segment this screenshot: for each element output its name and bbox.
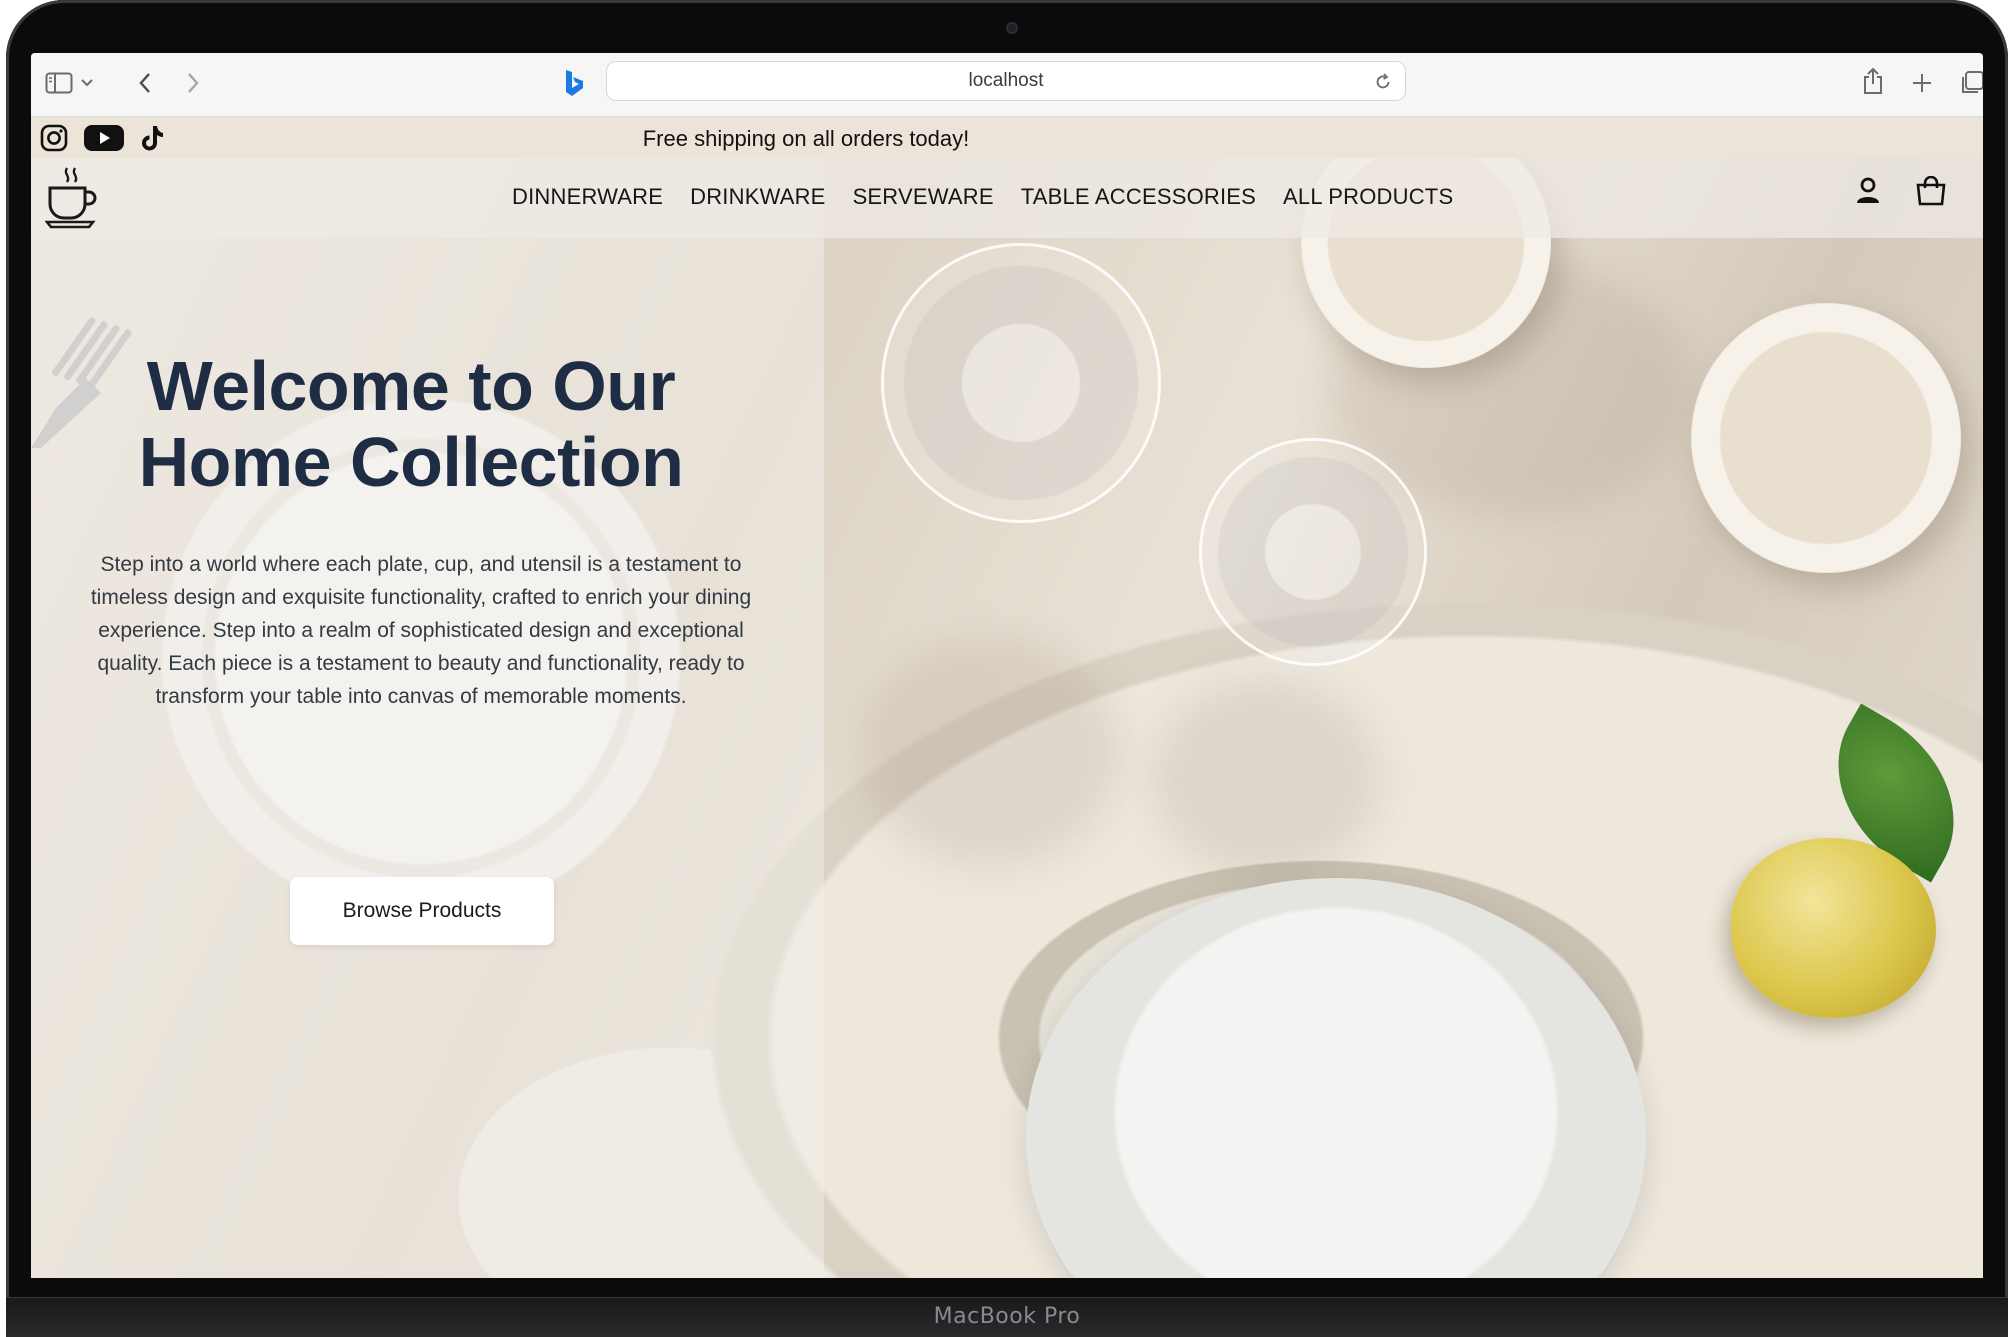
url-text: localhost xyxy=(968,70,1044,91)
share-icon[interactable] xyxy=(1855,63,1891,99)
bowl-image xyxy=(1026,878,1646,1278)
sidebar-icon[interactable] xyxy=(41,65,77,101)
site-header: DINNERWARE DRINKWARE SERVEWARE TABLE ACC… xyxy=(31,158,1983,238)
main-navigation: DINNERWARE DRINKWARE SERVEWARE TABLE ACC… xyxy=(512,184,1480,210)
nav-link-serveware[interactable]: SERVEWARE xyxy=(853,184,994,210)
hero-title-line-2: Home Collection xyxy=(138,423,684,501)
tabs-overview-icon[interactable] xyxy=(1954,65,1983,101)
screen: localhost Free shipping on all orders to… xyxy=(31,53,1983,1278)
mug-image xyxy=(1691,303,1961,573)
nav-link-all-products[interactable]: ALL PRODUCTS xyxy=(1283,184,1453,210)
tumbler-glass-image xyxy=(1199,438,1427,666)
shadow-decoration xyxy=(861,638,1121,868)
shopping-bag-icon[interactable] xyxy=(1915,176,1947,206)
chevron-down-icon[interactable] xyxy=(75,65,99,101)
hero-text-panel: Welcome to Our Home Collection Step into… xyxy=(31,158,824,1278)
reload-icon[interactable] xyxy=(1371,70,1395,94)
shadow-decoration xyxy=(1151,678,1381,878)
browse-products-button[interactable]: Browse Products xyxy=(290,877,554,945)
coffee-cup-icon[interactable] xyxy=(44,166,97,235)
new-tab-icon[interactable] xyxy=(1904,65,1940,101)
nav-link-drinkware[interactable]: DRINKWARE xyxy=(690,184,825,210)
nav-link-dinnerware[interactable]: DINNERWARE xyxy=(512,184,663,210)
announcement-text: Free shipping on all orders today! xyxy=(642,126,970,151)
hero-section: Welcome to Our Home Collection Step into… xyxy=(31,158,1983,1278)
wine-glass-image xyxy=(881,243,1161,523)
bing-icon xyxy=(556,65,592,101)
laptop-brand-label: MacBook Pro xyxy=(933,1304,1081,1329)
nav-link-table-accessories[interactable]: TABLE ACCESSORIES xyxy=(1021,184,1256,210)
browser-toolbar: localhost xyxy=(31,53,1983,117)
laptop-base: MacBook Pro xyxy=(6,1298,2008,1337)
back-icon[interactable] xyxy=(127,65,163,101)
hero-title: Welcome to Our Home Collection xyxy=(121,348,701,500)
hero-description: Step into a world where each plate, cup,… xyxy=(90,553,752,708)
hero-title-line-1: Welcome to Our xyxy=(146,347,676,425)
address-bar[interactable]: localhost xyxy=(606,61,1406,101)
announcement-bar: Free shipping on all orders today! xyxy=(31,117,1983,158)
lemon-image xyxy=(1731,838,1936,1018)
header-actions xyxy=(1855,176,1947,206)
account-icon[interactable] xyxy=(1855,177,1881,205)
forward-icon[interactable] xyxy=(175,65,211,101)
camera-icon xyxy=(1006,22,1018,34)
